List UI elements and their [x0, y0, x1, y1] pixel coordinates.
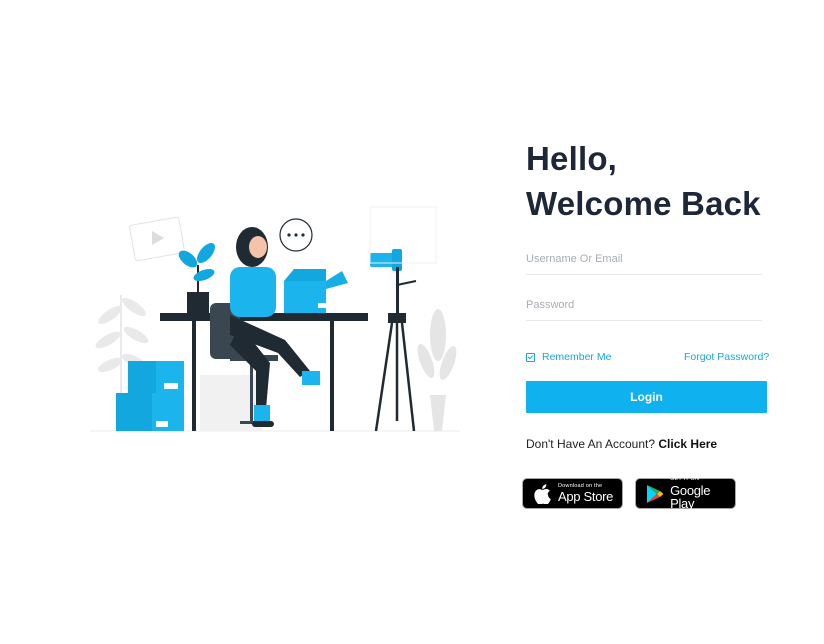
camera-tripod — [370, 249, 417, 432]
video-card-icon — [129, 216, 185, 262]
heading-line-1: Hello, — [526, 140, 618, 177]
apple-icon — [530, 482, 554, 506]
password-input[interactable] — [526, 290, 762, 321]
google-play-icon — [643, 482, 666, 506]
welcome-heading: Hello, Welcome Back — [526, 136, 761, 226]
google-play-badge[interactable]: GET IT ON Google Play — [635, 477, 736, 510]
signup-link[interactable]: Click Here — [658, 437, 717, 451]
check-icon[interactable] — [526, 352, 535, 362]
app-store-badge[interactable]: Download on the App Store — [522, 478, 623, 509]
open-box — [284, 269, 348, 313]
google-play-small-label: GET IT ON — [670, 476, 700, 483]
signup-prompt: Don't Have An Account? Click Here — [526, 437, 717, 451]
decorative-plant — [417, 309, 457, 431]
google-play-text: GET IT ON Google Play — [670, 477, 735, 510]
app-store-big-label: App Store — [558, 489, 614, 505]
potted-plant — [178, 243, 215, 313]
google-play-big-label: Google Play — [670, 482, 711, 511]
remember-me-checkbox[interactable]: Remember Me — [526, 351, 611, 363]
forgot-password-link[interactable]: Forgot Password? — [684, 351, 769, 363]
app-store-text: Download on the App Store — [558, 483, 614, 505]
remember-me-label: Remember Me — [542, 351, 612, 363]
signup-prompt-text: Don't Have An Account? — [526, 437, 656, 451]
heading-line-2: Welcome Back — [526, 185, 761, 222]
login-button[interactable]: Login — [526, 381, 767, 413]
username-input[interactable] — [526, 244, 762, 275]
stacked-boxes — [116, 361, 184, 431]
speech-bubble-icon — [279, 218, 313, 252]
workspace-illustration — [90, 206, 460, 432]
